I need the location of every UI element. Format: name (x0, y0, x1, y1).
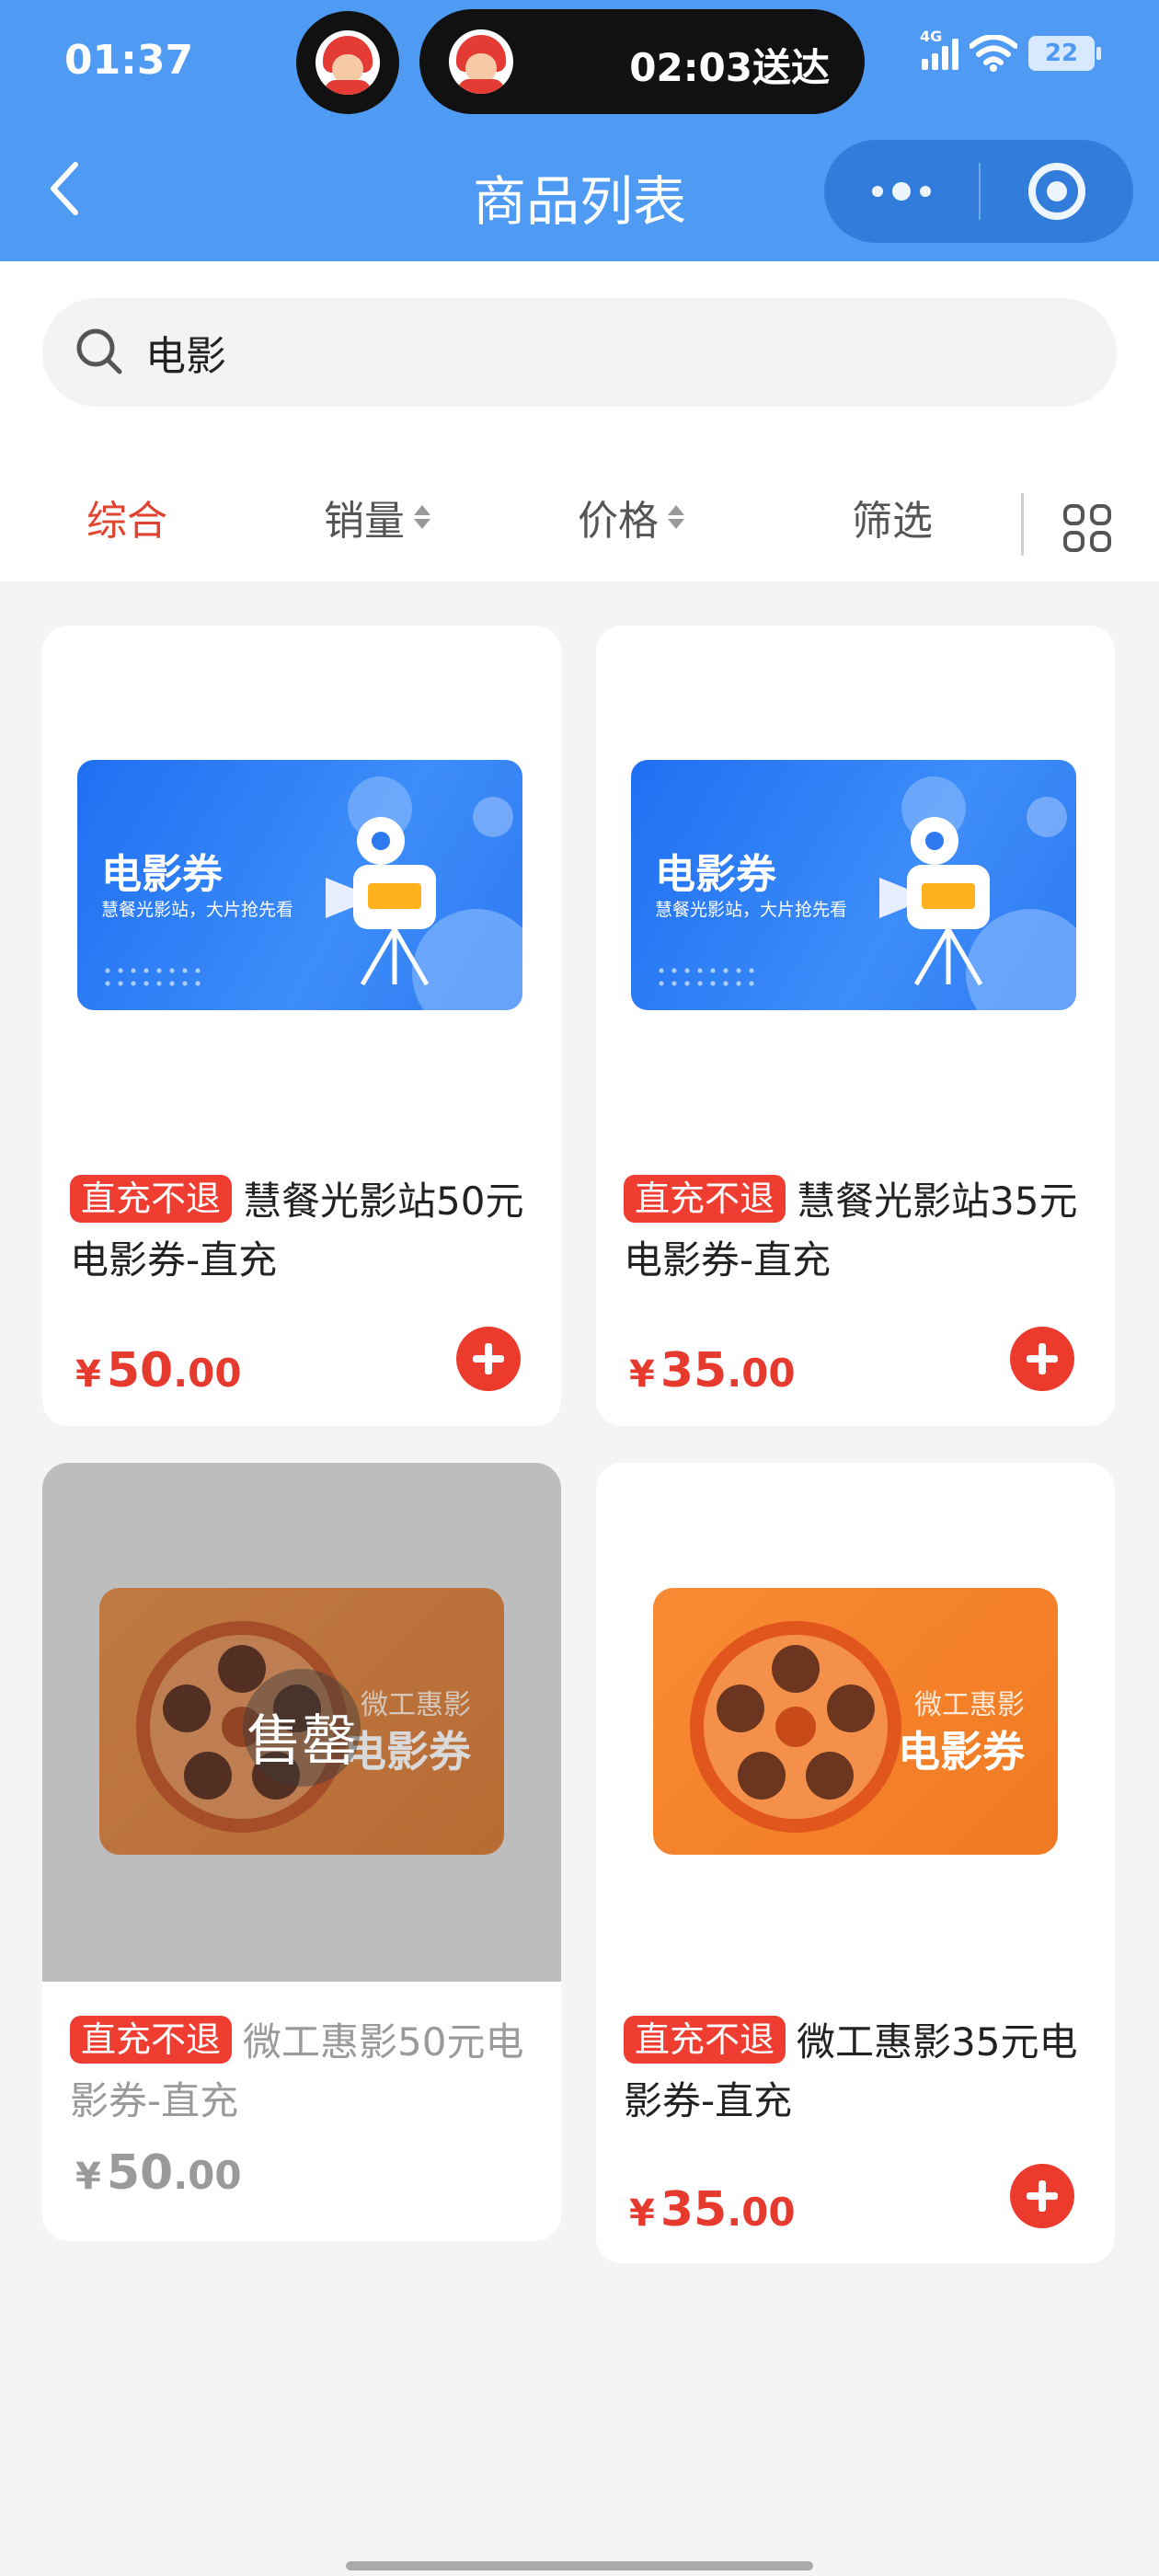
movie-ticket-banner: 电影券 慧餐光影站，大片抢先看 (631, 760, 1076, 1010)
filter-label: 筛选 (852, 498, 933, 545)
soldout-label: 售罄 (247, 1709, 357, 1774)
filter-divider (1021, 493, 1024, 556)
product-name[interactable]: 直充不退 慧餐光影站35元电影券-直充 (624, 1172, 1093, 1290)
search-bar[interactable] (42, 298, 1117, 407)
product-card[interactable]: 电影券 慧餐光影站，大片抢先看 直充不退 慧餐光影站50元电影券-直充 ¥50.0… (42, 626, 561, 1426)
product-price: ¥50.00 (75, 1343, 242, 1398)
grid-view-icon[interactable] (1063, 504, 1111, 552)
battery-icon: 22 (1028, 36, 1101, 71)
product-name[interactable]: 直充不退 慧餐光影站50元电影券-直充 (70, 1172, 539, 1290)
film-reel-icon (690, 1621, 901, 1833)
add-to-cart-button[interactable] (456, 1327, 521, 1391)
banner-subtitle: 慧餐光影站，大片抢先看 (101, 900, 294, 920)
more-dots-icon (872, 186, 883, 197)
filter-price[interactable]: 价格 (578, 488, 684, 546)
status-indicators: 4G 22 (920, 28, 1101, 72)
product-name[interactable]: 直充不退 微工惠影50元电影券-直充 (70, 2013, 539, 2131)
close-miniprogram-button[interactable] (981, 140, 1133, 243)
product-price: ¥35.00 (629, 2182, 796, 2237)
banner-title: 电影券 (898, 1727, 1025, 1777)
filter-label: 销量 (324, 498, 405, 545)
courier-avatar-icon (449, 29, 513, 94)
filter-sales[interactable]: 销量 (324, 488, 430, 546)
courier-avatar-bubble[interactable] (296, 11, 399, 114)
search-input[interactable] (145, 298, 1065, 407)
product-image[interactable]: 电影券 慧餐光影站，大片抢先看 (42, 626, 561, 1144)
delivery-status-island[interactable]: 02:03送达 (419, 9, 865, 114)
banner-title: 电影券 (655, 851, 776, 898)
product-card[interactable]: 微工惠影 电影券 直充不退 微工惠影35元电影券-直充 ¥35.00 (596, 1463, 1115, 2263)
search-icon (76, 328, 122, 374)
no-refund-tag: 直充不退 (70, 2016, 233, 2064)
filter-bar: 综合 销量 价格 筛选 (0, 464, 1159, 572)
filter-label: 价格 (578, 498, 659, 545)
product-image[interactable]: 微工惠影 电影券 (596, 1463, 1115, 1982)
delivery-eta: 02:03送达 (629, 45, 830, 90)
product-image[interactable]: 电影券 慧餐光影站，大片抢先看 (596, 626, 1115, 1144)
more-button[interactable] (824, 140, 979, 243)
filter-screen[interactable]: 筛选 (852, 488, 933, 546)
no-refund-tag: 直充不退 (624, 2016, 786, 2064)
product-card-soldout[interactable]: 微工惠影 电影券 售罄 直充不退 微工惠影50元电影券-直充 ¥50.00 (42, 1463, 561, 2241)
banner-title: 电影券 (101, 851, 223, 898)
sort-arrows-icon (668, 505, 684, 529)
courier-avatar-icon (316, 30, 380, 95)
movie-ticket-banner: 电影券 慧餐光影站，大片抢先看 (77, 760, 522, 1010)
no-refund-tag: 直充不退 (624, 1175, 786, 1223)
movie-camera-icon (326, 817, 436, 986)
no-refund-tag: 直充不退 (70, 1175, 233, 1223)
movie-camera-icon (879, 817, 990, 986)
product-card[interactable]: 电影券 慧餐光影站，大片抢先看 直充不退 慧餐光影站35元电影券-直充 ¥35.0… (596, 626, 1115, 1426)
product-price: ¥35.00 (629, 1343, 796, 1398)
add-to-cart-button[interactable] (1010, 1327, 1074, 1391)
target-circle-icon (1028, 163, 1085, 220)
banner-subtitle: 慧餐光影站，大片抢先看 (655, 900, 848, 920)
status-time: 01:37 (64, 37, 194, 84)
home-indicator[interactable] (346, 2561, 813, 2570)
product-image[interactable]: 微工惠影 电影券 售罄 (42, 1463, 561, 1982)
add-to-cart-button[interactable] (1010, 2164, 1074, 2228)
network-type: 4G (920, 28, 943, 45)
product-price: ¥50.00 (75, 2145, 242, 2201)
search-filter-panel: 综合 销量 价格 筛选 (0, 261, 1159, 581)
product-name[interactable]: 直充不退 微工惠影35元电影券-直充 (624, 2013, 1093, 2131)
miniprogram-capsule (824, 140, 1133, 243)
filter-label: 综合 (86, 498, 167, 545)
banner-brand: 微工惠影 (914, 1689, 1025, 1721)
header-bar: 01:37 02:03送达 4G 22 商品列表 (0, 0, 1159, 261)
cellular-signal-icon: 4G (920, 28, 958, 70)
wifi-icon (969, 34, 1018, 72)
movie-ticket-banner: 微工惠影 电影券 (653, 1588, 1058, 1855)
filter-comprehensive[interactable]: 综合 (86, 488, 167, 546)
sort-arrows-icon (414, 505, 430, 529)
